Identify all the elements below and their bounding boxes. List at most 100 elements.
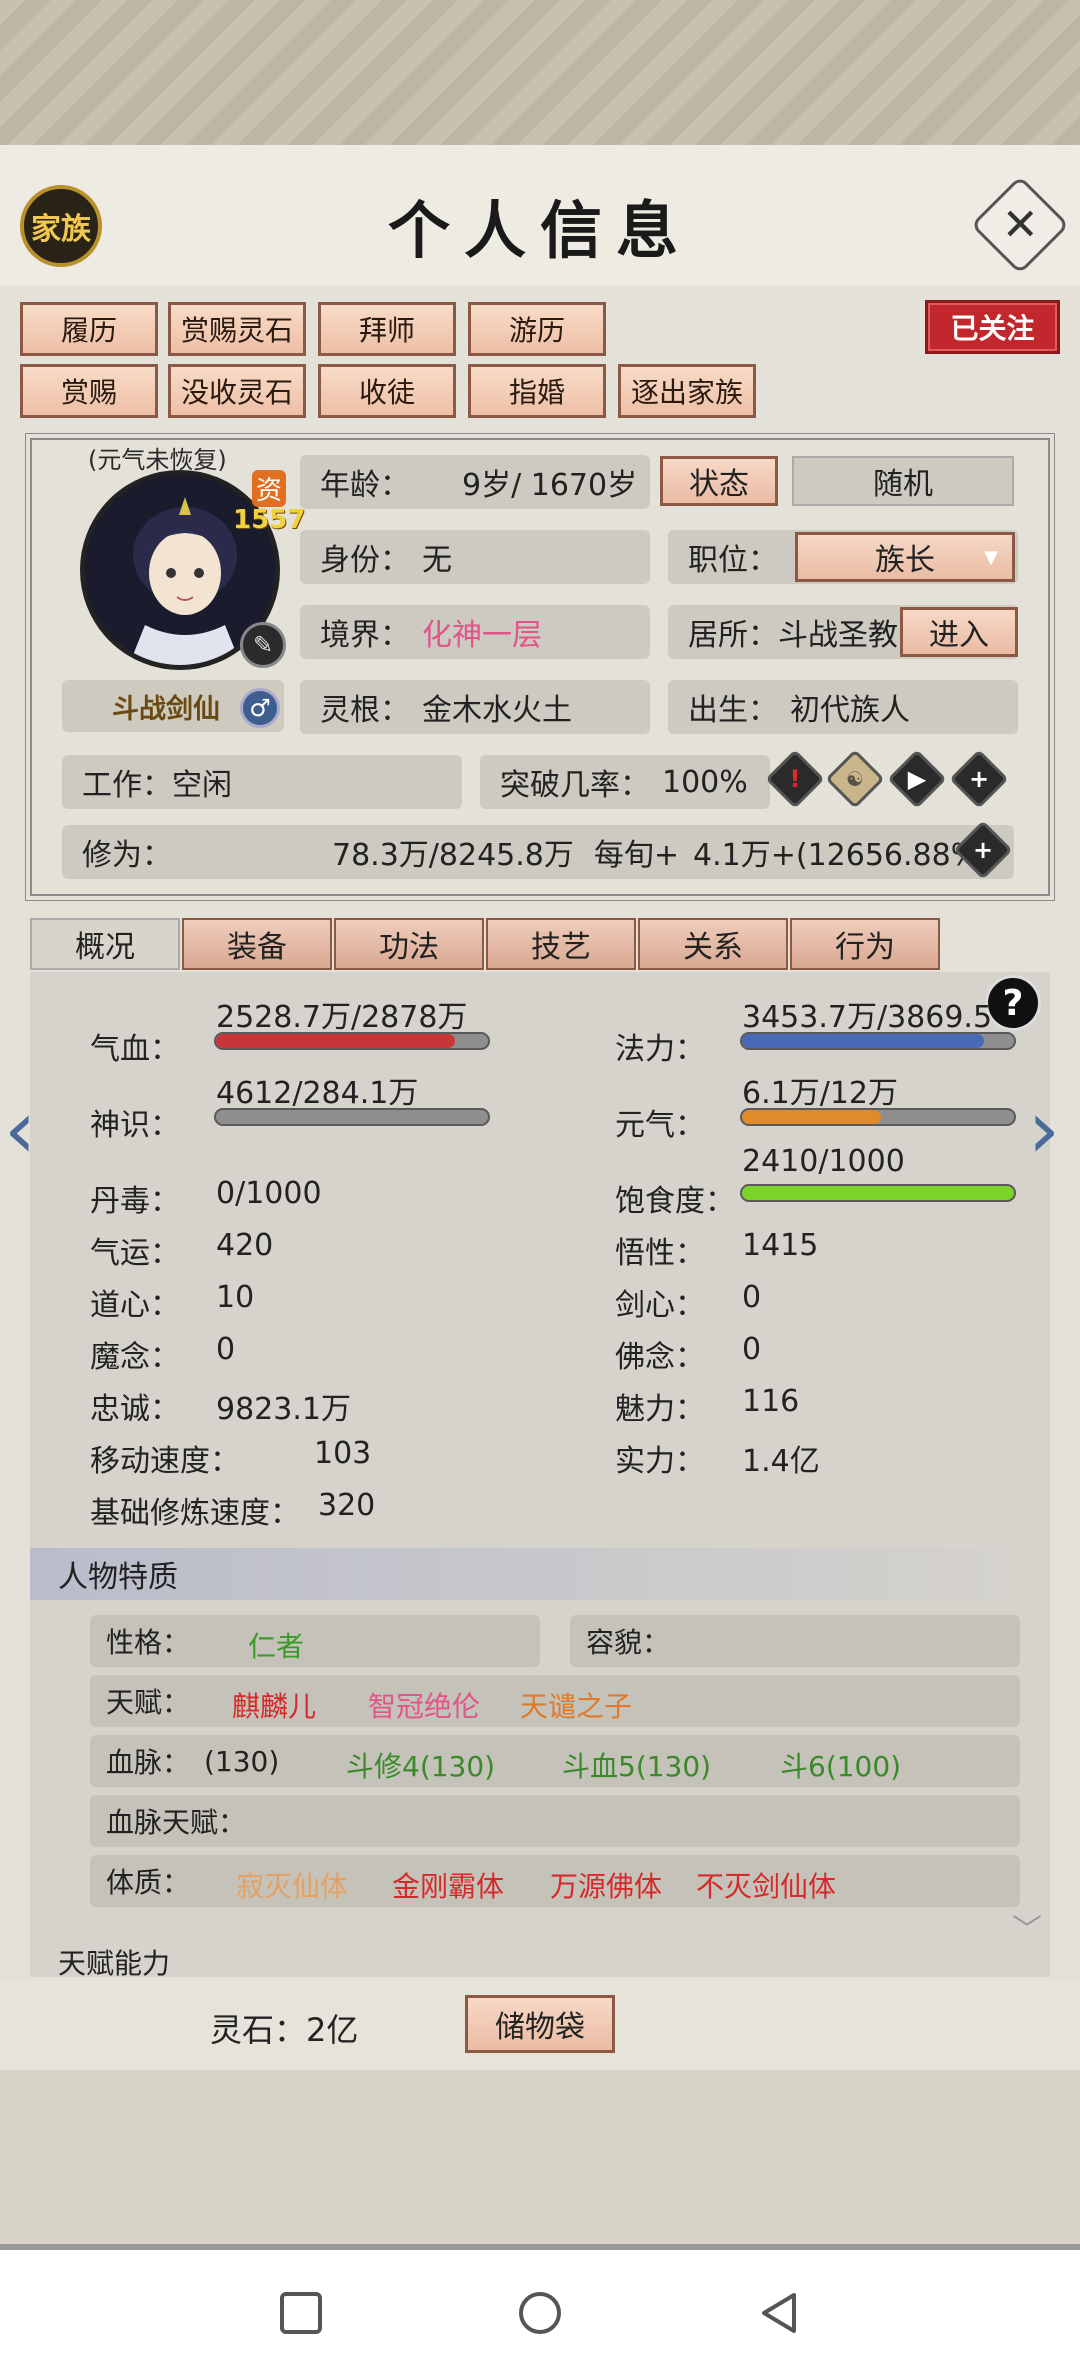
apprentice-button[interactable]: 拜师	[318, 302, 456, 356]
chevron-left-icon[interactable]: ‹	[4, 1090, 36, 1170]
back-icon[interactable]	[756, 2290, 802, 2336]
aptitude-badge: 资	[252, 470, 287, 507]
breakthrough-label: 突破几率：	[500, 768, 650, 803]
fali-bar-fill	[742, 1034, 985, 1048]
talent-label: 天赋：	[106, 1686, 191, 1719]
male-icon: ♂	[240, 688, 280, 728]
avatar-status-note: (元气未恢复)	[88, 446, 227, 474]
appearance-label: 容貌：	[586, 1626, 671, 1659]
travel-button[interactable]: 游历	[468, 302, 606, 356]
random-button[interactable]: 随机	[792, 456, 1014, 506]
breakthrough-value: 100%	[662, 764, 748, 800]
tab-overview[interactable]: 概况	[30, 918, 180, 970]
realm-value: 化神一层	[422, 618, 542, 653]
fali-bar	[740, 1032, 1016, 1050]
yuanqi-value: 6.1万/12万	[742, 1076, 898, 1111]
reward-button[interactable]: 赏赐	[20, 364, 158, 418]
residence-value: 斗战圣教	[778, 618, 898, 653]
tab-relations[interactable]: 关系	[638, 918, 788, 970]
baoshi-bar	[740, 1184, 1016, 1202]
fali-label: 法力：	[615, 1032, 705, 1067]
cultivation-label: 修为：	[82, 838, 172, 873]
position-label: 职位：	[688, 543, 778, 578]
expel-button[interactable]: 逐出家族	[618, 364, 756, 418]
jianxin-label: 剑心：	[615, 1288, 705, 1323]
personality-row: 性格： 仁者	[90, 1615, 540, 1667]
identity-field: 身份： 无	[300, 530, 650, 584]
shili-value: 1.4亿	[742, 1444, 820, 1479]
home-icon[interactable]	[517, 2290, 563, 2336]
baoshi-value: 2410/1000	[742, 1144, 905, 1179]
wuxing-value: 1415	[742, 1228, 819, 1263]
bloodline-label: 血脉：	[106, 1746, 191, 1779]
talent-item: 麒麟儿	[232, 1690, 317, 1723]
shili-label: 实力：	[615, 1444, 705, 1479]
realm-field: 境界： 化神一层	[300, 605, 650, 659]
reward-stones-button[interactable]: 赏赐灵石	[168, 302, 306, 356]
fonian-label: 佛念：	[615, 1340, 705, 1375]
base-cult-value: 320	[318, 1488, 376, 1523]
take-disciple-button[interactable]: 收徒	[318, 364, 456, 418]
age-label: 年龄：	[320, 468, 410, 503]
fali-value: 3453.7万/3869.5	[742, 1000, 993, 1035]
identity-value: 无	[422, 543, 452, 578]
tab-techniques[interactable]: 功法	[334, 918, 484, 970]
qixue-value: 2528.7万/2878万	[216, 1000, 468, 1035]
physique-item: 万源佛体	[550, 1870, 663, 1903]
physique-row: 体质： 寂灭仙体 金刚霸体 万源佛体 不灭剑仙体	[90, 1855, 1020, 1907]
per-period-value: 4.1万+(12656.88%)	[693, 838, 991, 873]
yuanqi-bar-fill	[742, 1110, 881, 1124]
bloodline-talent-label: 血脉天赋：	[106, 1806, 247, 1839]
position-select[interactable]: 族长 ▼	[795, 532, 1015, 582]
chevron-down-icon[interactable]: ﹀	[1012, 1905, 1042, 1949]
root-label: 灵根：	[320, 693, 410, 728]
fonian-value: 0	[742, 1332, 762, 1367]
bloodline-item: 斗修4(130)	[346, 1750, 496, 1783]
bottom-background	[0, 2070, 1080, 2250]
qixue-label: 气血：	[90, 1032, 180, 1067]
arrange-marriage-button[interactable]: 指婚	[468, 364, 606, 418]
dandu-label: 丹毒：	[90, 1184, 180, 1219]
talent-item: 天谴之子	[520, 1690, 633, 1723]
followed-badge[interactable]: 已关注	[925, 300, 1060, 354]
tab-equipment[interactable]: 装备	[182, 918, 332, 970]
jianxin-value: 0	[742, 1280, 762, 1315]
traits-section-title: 人物特质	[30, 1548, 1050, 1600]
cultivation-value: 78.3万/8245.8万	[332, 838, 574, 873]
help-icon[interactable]: ?	[985, 975, 1041, 1031]
tab-skills[interactable]: 技艺	[486, 918, 636, 970]
zhongcheng-value: 9823.1万	[216, 1392, 351, 1427]
recents-icon[interactable]	[278, 2290, 324, 2336]
age-field: 年龄： 9岁/ 1670岁	[300, 455, 650, 509]
status-button[interactable]: 状态	[660, 456, 778, 506]
birth-label: 出生：	[688, 693, 778, 728]
daoxin-label: 道心：	[90, 1288, 180, 1323]
baoshi-label: 饱食度：	[615, 1184, 735, 1219]
tab-behavior[interactable]: 行为	[790, 918, 940, 970]
bloodline-item: 斗6(100)	[780, 1750, 902, 1783]
shenshi-value: 4612/284.1万	[216, 1076, 419, 1111]
enter-button[interactable]: 进入	[900, 607, 1018, 657]
residence-label: 居所：	[688, 618, 778, 653]
work-label: 工作：	[82, 768, 172, 803]
work-field: 工作： 空闲	[62, 755, 462, 809]
bloodline-item: (130)	[204, 1745, 280, 1778]
chevron-right-icon[interactable]: ›	[1028, 1090, 1060, 1170]
qiyun-value: 420	[216, 1228, 274, 1263]
personality-label: 性格：	[106, 1626, 191, 1659]
cultivation-field: 修为： 78.3万/8245.8万 每旬+ 4.1万+(12656.88%)	[62, 825, 1014, 879]
edit-icon[interactable]: ✎	[240, 622, 286, 668]
qixue-bar-fill	[216, 1034, 456, 1048]
wuxing-label: 悟性：	[615, 1236, 705, 1271]
bloodline-item: 斗血5(130)	[562, 1750, 712, 1783]
yuanqi-label: 元气：	[615, 1108, 705, 1143]
bloodline-talent-row: 血脉天赋：	[90, 1795, 1020, 1847]
physique-item: 不灭剑仙体	[696, 1870, 837, 1903]
resume-button[interactable]: 履历	[20, 302, 158, 356]
top-background	[0, 0, 1080, 150]
storage-bag-button[interactable]: 储物袋	[465, 1995, 615, 2053]
identity-label: 身份：	[320, 543, 410, 578]
zhongcheng-label: 忠诚：	[90, 1392, 180, 1427]
confiscate-stones-button[interactable]: 没收灵石	[168, 364, 306, 418]
bloodline-row: 血脉： (130) 斗修4(130) 斗血5(130) 斗6(100)	[90, 1735, 1020, 1787]
